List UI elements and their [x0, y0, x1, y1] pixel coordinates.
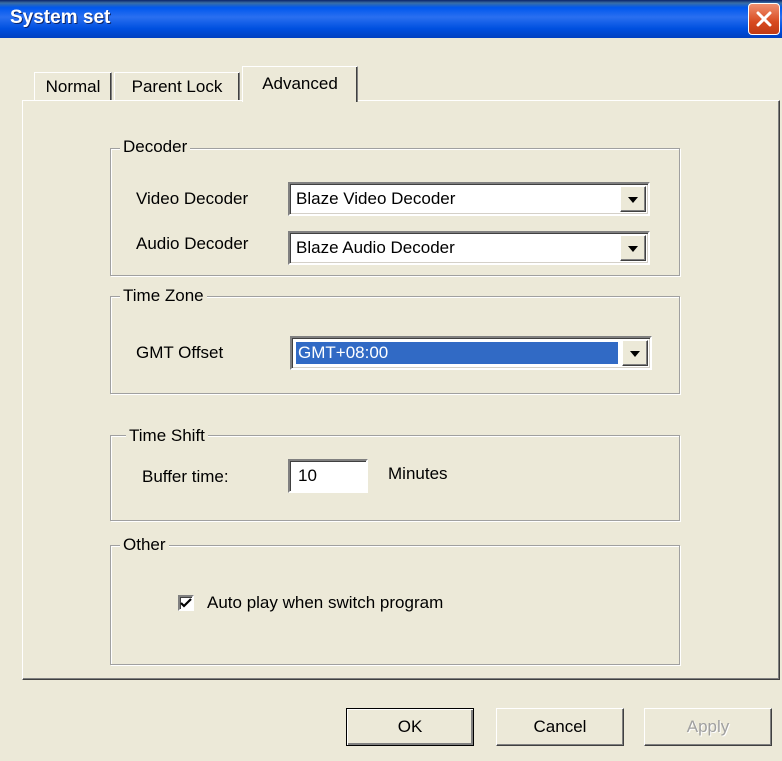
other-group-label: Other — [120, 535, 169, 555]
gmt-offset-value-wrap: GMT+08:00 — [295, 341, 619, 365]
audio-decoder-select[interactable]: Blaze Audio Decoder — [288, 231, 650, 265]
audio-decoder-value: Blaze Audio Decoder — [296, 238, 455, 257]
buffer-time-unit: Minutes — [388, 464, 448, 483]
autoplay-label: Auto play when switch program — [207, 593, 444, 612]
buffer-time-input[interactable]: 10 — [288, 459, 368, 493]
check-icon — [180, 598, 192, 608]
close-button[interactable] — [748, 3, 780, 35]
tab-normal[interactable]: Normal — [34, 72, 112, 100]
video-decoder-value: Blaze Video Decoder — [296, 189, 456, 208]
time-zone-group-label: Time Zone — [120, 286, 207, 306]
tab-parent-lock[interactable]: Parent Lock — [114, 72, 240, 100]
chevron-down-icon — [628, 197, 638, 203]
apply-button[interactable]: Apply — [644, 708, 772, 746]
gmt-offset-dropdown-button[interactable] — [622, 340, 648, 366]
gmt-offset-label: GMT Offset — [136, 343, 224, 362]
time-shift-group-label: Time Shift — [126, 426, 208, 446]
audio-decoder-label: Audio Decoder — [136, 234, 249, 253]
ok-button[interactable]: OK — [346, 708, 474, 746]
audio-decoder-dropdown-button[interactable] — [620, 235, 646, 261]
video-decoder-label: Video Decoder — [136, 189, 249, 208]
tab-advanced[interactable]: Advanced — [242, 66, 358, 102]
buffer-time-label: Buffer time: — [142, 467, 229, 486]
gmt-offset-value: GMT+08:00 — [295, 341, 619, 365]
cancel-button[interactable]: Cancel — [496, 708, 624, 746]
gmt-offset-select[interactable]: GMT+08:00 — [290, 336, 652, 370]
window-title: System set — [10, 7, 111, 28]
chevron-down-icon — [628, 246, 638, 252]
video-decoder-select[interactable]: Blaze Video Decoder — [288, 182, 650, 216]
title-bar[interactable]: System set — [0, 0, 782, 38]
autoplay-checkbox[interactable] — [178, 595, 194, 611]
video-decoder-dropdown-button[interactable] — [620, 186, 646, 212]
chevron-down-icon — [630, 351, 640, 357]
decoder-group-label: Decoder — [120, 137, 191, 157]
buffer-time-value: 10 — [298, 466, 317, 485]
close-icon — [756, 11, 772, 27]
